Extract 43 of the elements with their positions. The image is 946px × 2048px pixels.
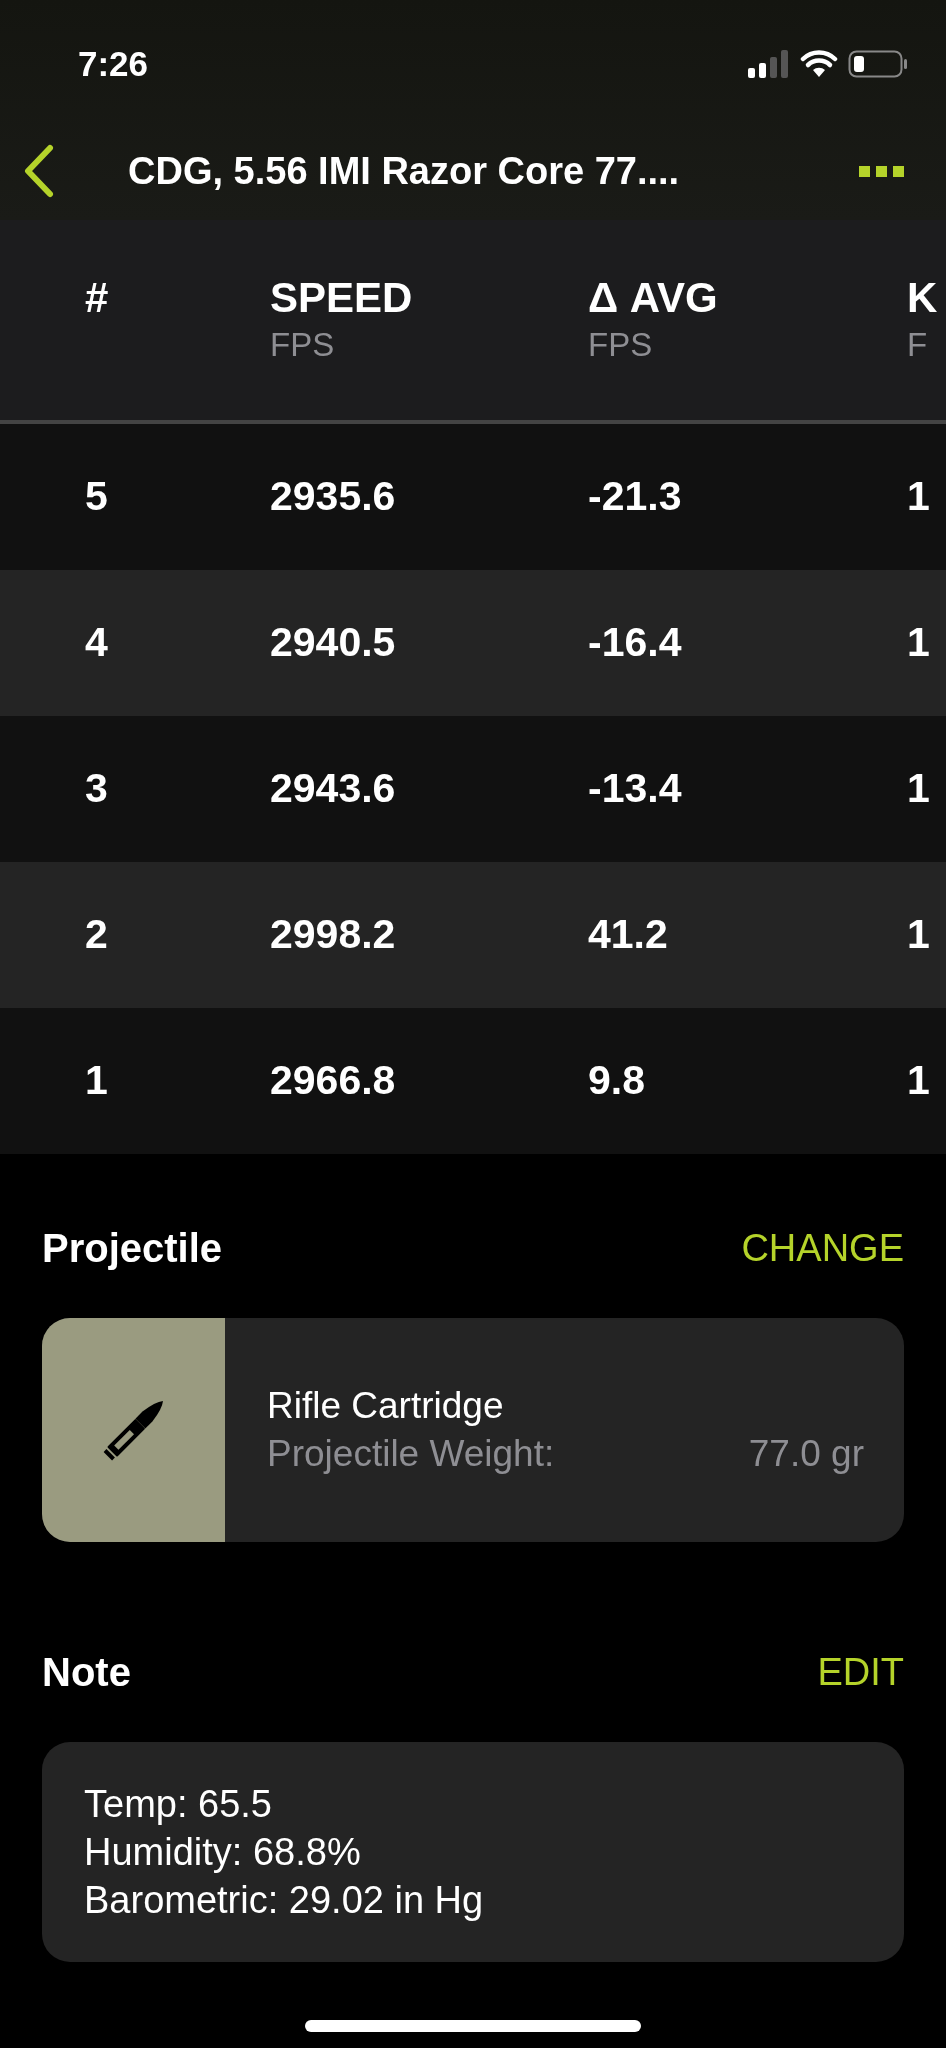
note-text: Humidity: 68.8%	[84, 1830, 361, 1875]
table-cell: 2998.2	[270, 911, 396, 958]
table-cell: 1	[85, 1057, 108, 1104]
table-cell: 3	[85, 765, 108, 812]
column-title: #	[85, 273, 109, 323]
table-cell: 5	[85, 473, 108, 520]
table-cell: 1	[907, 911, 930, 958]
table-cell: 2940.5	[270, 619, 396, 666]
table-cell: -21.3	[588, 473, 682, 520]
table-cell: -16.4	[588, 619, 682, 666]
projectile-card[interactable]: Rifle Cartridge Projectile Weight: 77.0 gr	[42, 1318, 904, 1542]
table-cell: 2943.6	[270, 765, 396, 812]
column-title: K	[907, 273, 938, 323]
battery-icon	[848, 50, 908, 79]
table-cell: 1	[907, 765, 930, 812]
table-cell: 4	[85, 619, 108, 666]
table-cell: -13.4	[588, 765, 682, 812]
column-unit: FPS	[588, 325, 653, 365]
section-heading: Note	[42, 1649, 131, 1696]
weight-label: Projectile Weight:	[267, 1432, 555, 1476]
section-heading: Projectile	[42, 1225, 223, 1272]
change-button[interactable]: CHANGE	[741, 1219, 904, 1277]
column-title: SPEED	[270, 273, 413, 323]
signal-icon	[748, 50, 790, 79]
column-unit: F	[907, 325, 928, 365]
table-cell: 1	[907, 1057, 930, 1104]
weight-value: 77.0 gr	[748, 1432, 864, 1476]
column-title: Δ AVG	[588, 273, 718, 323]
table-cell: 41.2	[588, 911, 668, 958]
table-cell: 2935.6	[270, 473, 396, 520]
column-unit: FPS	[270, 325, 335, 365]
note-text: Barometric: 29.02 in Hg	[84, 1878, 484, 1923]
table-cell: 1	[907, 473, 930, 520]
edit-button[interactable]: EDIT	[817, 1643, 904, 1701]
screen-title: CDG, 5.56 IMI Razor Core 77....	[128, 148, 680, 194]
status-time: 7:26	[78, 43, 149, 85]
table-cell: 2	[85, 911, 108, 958]
note-text: Temp: 65.5	[84, 1782, 272, 1827]
projectile-name: Rifle Cartridge	[267, 1384, 504, 1428]
table-cell: 9.8	[588, 1057, 645, 1104]
table-cell: 2966.8	[270, 1057, 396, 1104]
wifi-icon	[800, 50, 838, 79]
table-cell: 1	[907, 619, 930, 666]
